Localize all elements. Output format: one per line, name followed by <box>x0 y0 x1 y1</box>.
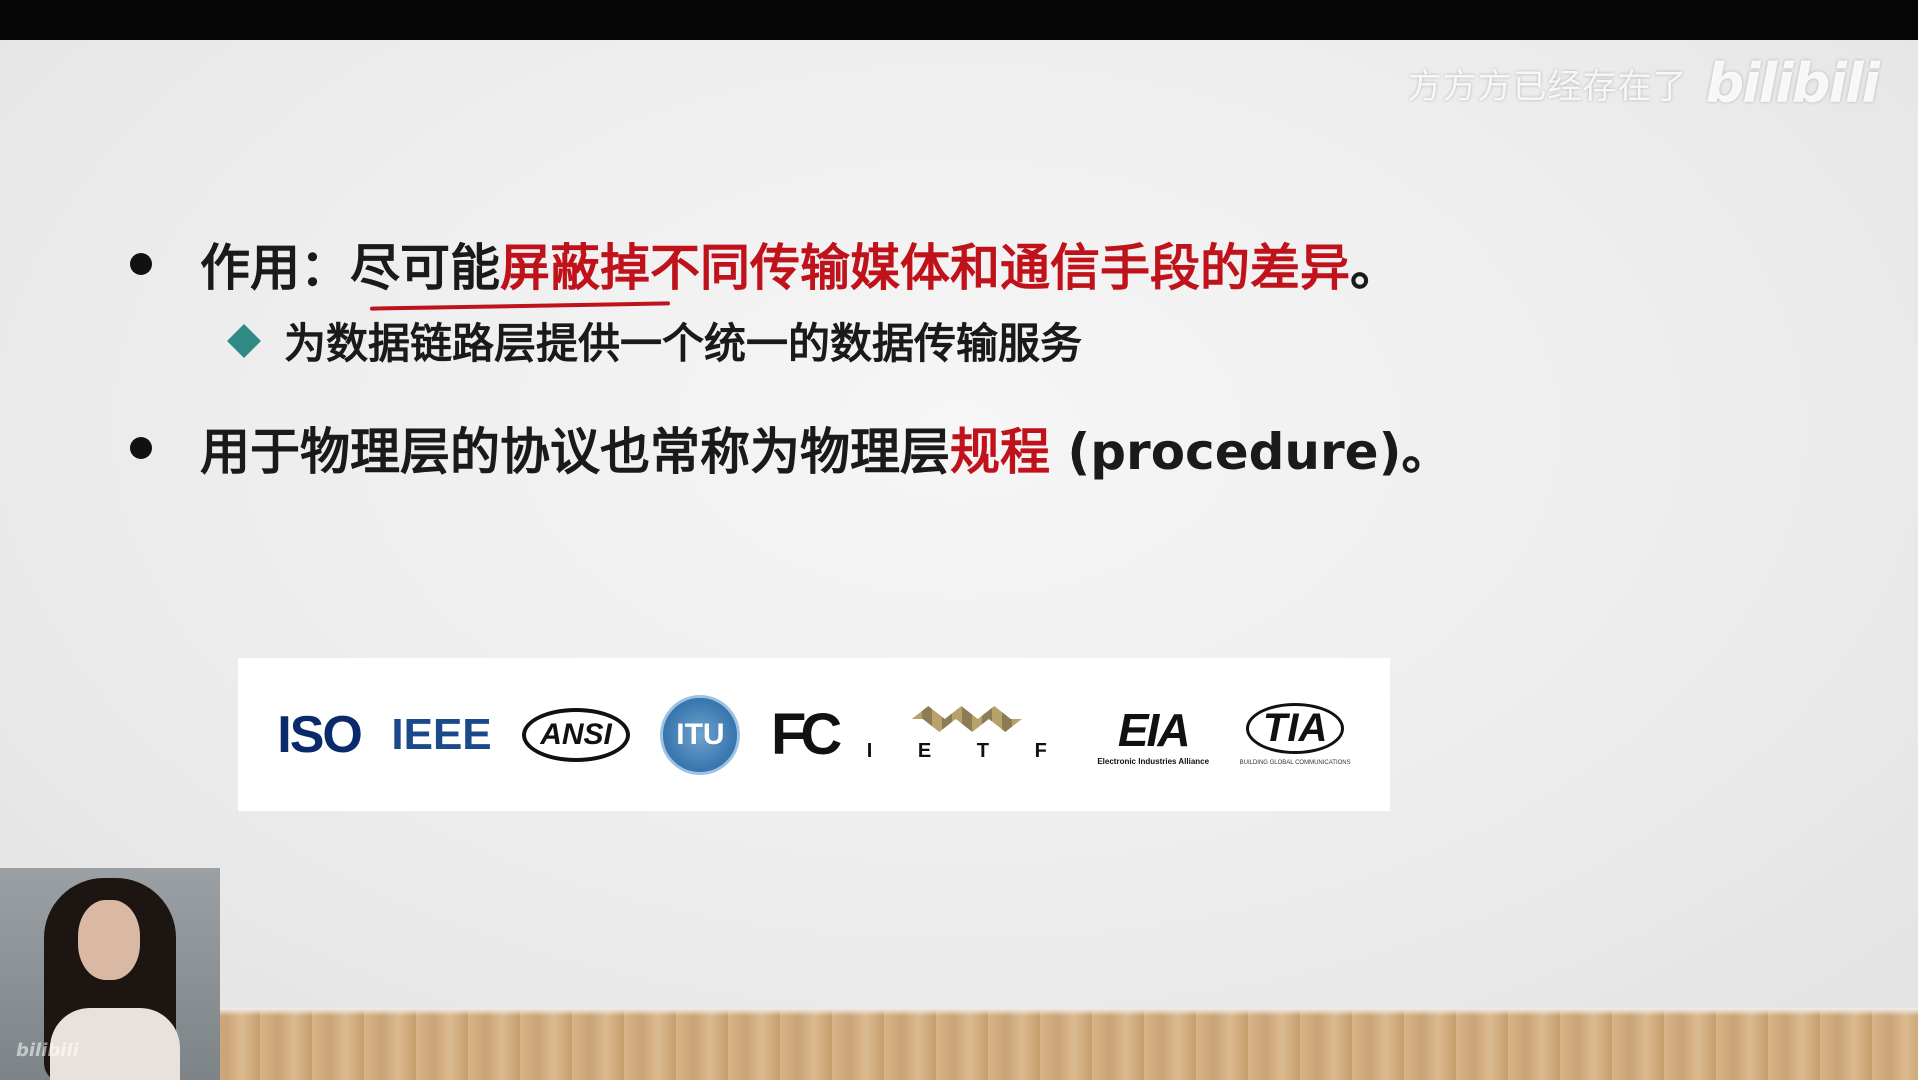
iso-logo: ISO <box>277 685 363 785</box>
ieee-logo-text: IEEE <box>391 709 492 759</box>
bullet-purpose: 作用：尽可能屏蔽掉不同传输媒体和通信手段的差异。 <box>130 228 1400 300</box>
bullet-procedure-highlight: 规程 <box>950 423 1050 481</box>
bullet-purpose-suffix: 。 <box>1350 239 1400 297</box>
bullet-procedure-prefix: 用于物理层的协议也常称为物理层 <box>200 423 950 481</box>
presenter-face <box>78 900 140 980</box>
bilibili-logo: bilibili <box>1705 52 1880 115</box>
itu-logo-text: ITU <box>660 694 741 775</box>
ansi-logo: ANSI <box>522 685 630 785</box>
fcc-logo-text: FC <box>770 702 842 767</box>
tia-logo-subtitle: BUILDING GLOBAL COMMUNICATIONS <box>1239 760 1351 766</box>
top-black-bar <box>0 0 1918 40</box>
bullet-purpose-highlight: 屏蔽掉不同传输媒体和通信手段的差异 <box>500 239 1350 297</box>
watermark-username: 方方方已经存在了 <box>1407 67 1688 107</box>
ietf-mark-icon <box>911 706 1022 732</box>
eia-logo: EIA Electronic Industries Alliance <box>1097 685 1209 785</box>
bullet-purpose-text: 作用：尽可能屏蔽掉不同传输媒体和通信手段的差异。 <box>200 228 1400 300</box>
ietf-logo: I E T F <box>867 685 1067 785</box>
tia-logo-text: TIA <box>1245 703 1345 754</box>
wooden-floor-background <box>0 1008 1918 1080</box>
sub-bullet-service: 为数据链路层提供一个统一的数据传输服务 <box>227 310 1083 371</box>
bullet-procedure: 用于物理层的协议也常称为物理层规程 (procedure)。 <box>130 412 1451 484</box>
presentation-slide: 作用：尽可能屏蔽掉不同传输媒体和通信手段的差异。 为数据链路层提供一个统一的数据… <box>0 40 1918 1008</box>
bullet-dot-icon <box>130 437 152 459</box>
video-watermark: bilibili <box>16 1040 79 1061</box>
iso-logo-text: ISO <box>277 705 363 764</box>
bullet-procedure-text: 用于物理层的协议也常称为物理层规程 (procedure)。 <box>200 412 1451 484</box>
eia-logo-subtitle: Electronic Industries Alliance <box>1097 757 1210 766</box>
ieee-logo: IEEE <box>391 685 491 785</box>
standards-logo-strip: ISO IEEE ANSI ITU FC I E T F EIA Electro… <box>238 658 1390 811</box>
bilibili-watermark: 方方方已经存在了 bilibili <box>1407 52 1880 115</box>
eia-logo-text: EIA <box>1117 704 1191 756</box>
diamond-bullet-icon <box>227 323 261 358</box>
itu-logo: ITU <box>660 685 741 785</box>
sub-bullet-text: 为数据链路层提供一个统一的数据传输服务 <box>284 319 1083 368</box>
ansi-logo-text: ANSI <box>522 707 630 762</box>
tia-logo: TIA BUILDING GLOBAL COMMUNICATIONS <box>1240 685 1351 785</box>
bullet-purpose-prefix: 作用：尽可能 <box>200 239 500 297</box>
bullet-dot-icon <box>130 253 152 275</box>
ietf-logo-text: I E T F <box>866 740 1067 762</box>
bullet-procedure-suffix: (procedure)。 <box>1050 423 1452 481</box>
fcc-logo: FC <box>770 685 842 785</box>
